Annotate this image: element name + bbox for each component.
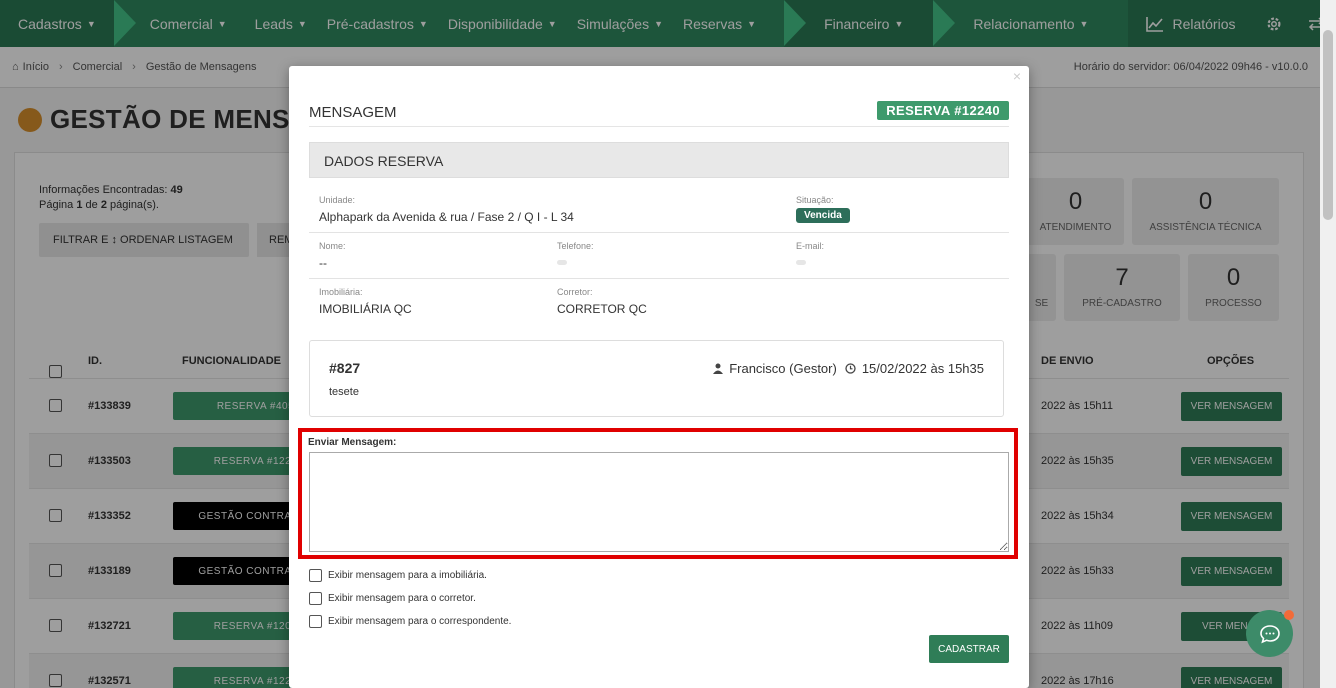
field-label: Telefone: (557, 241, 594, 251)
status-badge: Vencida (796, 208, 850, 223)
field-imobiliaria: Imobiliária: IMOBILIÁRIA QC (319, 287, 412, 316)
redacted-value (796, 260, 806, 265)
send-message-textarea[interactable] (309, 452, 1009, 552)
checkbox[interactable] (309, 592, 322, 605)
field-label: Imobiliária: (319, 287, 363, 297)
reservation-badge: RESERVA #12240 (877, 101, 1009, 120)
message-id: #827 (329, 360, 361, 376)
option-imobiliaria[interactable]: Exibir mensagem para a imobiliária. (309, 569, 487, 582)
field-value: CORRETOR QC (557, 302, 647, 316)
option-corretor[interactable]: Exibir mensagem para o corretor. (309, 592, 476, 605)
field-telefone: Telefone: (557, 241, 594, 267)
field-value: IMOBILIÁRIA QC (319, 302, 412, 316)
message-datetime: 15/02/2022 às 15h35 (861, 361, 984, 376)
field-value: Alphapark da Avenida & rua / Fase 2 / Q … (319, 210, 574, 224)
submit-button[interactable]: CADASTRAR (929, 635, 1009, 663)
field-value: -- (319, 256, 327, 270)
field-email: E-mail: (796, 241, 824, 267)
field-label: Unidade: (319, 195, 356, 205)
checkbox[interactable] (309, 569, 322, 582)
field-label: E-mail: (796, 241, 825, 251)
chat-button[interactable] (1246, 610, 1294, 657)
field-label: Corretor: (557, 287, 593, 297)
field-nome: Nome: -- (319, 241, 346, 270)
message-author: Francisco (Gestor) (729, 361, 837, 376)
field-label: Nome: (319, 241, 346, 251)
field-label: Situação: (796, 195, 834, 205)
option-label: Exibir mensagem para o correspondente. (328, 616, 512, 627)
notification-dot (1284, 610, 1294, 620)
close-icon[interactable]: × (1013, 68, 1021, 84)
user-icon (713, 363, 724, 374)
send-message-section: Enviar Mensagem: (298, 428, 1018, 559)
message-card: #827 tesete Francisco (Gestor) 15/02/202… (309, 340, 1004, 417)
divider (309, 126, 1009, 127)
field-situacao: Situação: Vencida (796, 195, 850, 223)
section-header: DADOS RESERVA (309, 142, 1009, 178)
option-label: Exibir mensagem para o corretor. (328, 593, 476, 604)
message-meta: Francisco (Gestor) 15/02/2022 às 15h35 (713, 361, 984, 376)
page-scrollbar[interactable] (1320, 0, 1336, 688)
option-correspondente[interactable]: Exibir mensagem para o correspondente. (309, 615, 511, 628)
field-unidade: Unidade: Alphapark da Avenida & rua / Fas… (319, 195, 574, 224)
option-label: Exibir mensagem para a imobiliária. (328, 570, 487, 581)
field-corretor: Corretor: CORRETOR QC (557, 287, 647, 316)
divider (309, 278, 1009, 279)
modal-title: MENSAGEM (309, 104, 397, 121)
send-message-label: Enviar Mensagem: (308, 437, 397, 448)
scrollbar-thumb[interactable] (1323, 30, 1333, 220)
chat-icon (1259, 624, 1280, 643)
message-text: tesete (329, 386, 359, 398)
clock-icon (845, 363, 856, 374)
checkbox[interactable] (309, 615, 322, 628)
message-modal: × MENSAGEM RESERVA #12240 DADOS RESERVA … (289, 66, 1029, 688)
app-root: Cadastros ▼ Comercial ▼ Leads ▼ Pré-cadastr… (0, 0, 1336, 688)
divider (309, 232, 1009, 233)
redacted-value (557, 260, 567, 265)
